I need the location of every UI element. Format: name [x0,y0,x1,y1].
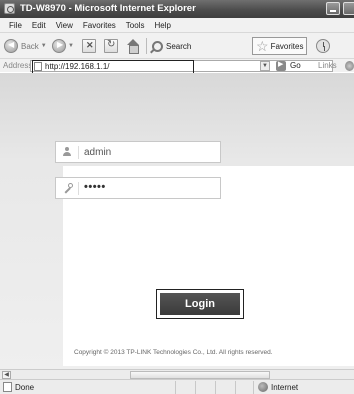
back-dropdown-icon[interactable]: ▼ [41,43,47,49]
search-icon [152,40,163,52]
username-field[interactable]: admin [55,141,221,163]
go-arrow-icon[interactable] [276,60,286,71]
home-icon [125,38,141,54]
menu-favorites[interactable]: Favorites [83,21,116,30]
copyright-text: Copyright © 2013 TP-LINK Technologies Co… [74,349,273,356]
page-status-icon [3,382,12,392]
page-content [0,73,354,369]
status-panel-divider [235,381,236,394]
close-button[interactable] [343,2,354,15]
go-button[interactable]: Go [290,61,301,70]
login-button[interactable]: Login [160,293,240,315]
back-arrow-icon [4,39,18,53]
history-button[interactable] [316,37,330,55]
back-label: Back [21,41,39,51]
forward-arrow-icon [52,39,66,53]
forward-dropdown-icon[interactable]: ▼ [68,43,74,49]
address-label: Address [3,61,33,70]
home-button[interactable] [125,37,141,55]
search-button[interactable]: Search [152,37,191,55]
key-icon [62,183,73,193]
minimize-button[interactable] [326,2,340,15]
forward-button[interactable]: ▼ [52,37,74,55]
field-divider [78,182,79,195]
favorites-button-frame[interactable]: ☆ Favorites [252,37,308,55]
links-chevron-icon[interactable] [345,61,354,71]
security-zone-text: Internet [271,383,299,392]
ie-app-icon [4,3,15,14]
search-label: Search [166,41,192,51]
password-value[interactable]: ••••• [84,181,106,193]
status-bar: Done Internet [0,379,354,394]
status-panel-divider [215,381,216,394]
toolbar-separator [146,38,147,54]
status-panel-divider [175,381,176,394]
stop-button[interactable] [82,37,96,55]
favorites-button[interactable]: ☆ Favorites [252,37,308,55]
history-icon [316,39,330,53]
globe-icon [258,382,268,392]
scrollbar-thumb[interactable] [130,371,270,379]
scroll-left-icon[interactable]: ◀ [2,371,11,379]
status-panel-divider [253,381,254,394]
password-field[interactable]: ••••• [55,177,221,199]
favorites-label: Favorites [270,41,304,51]
refresh-icon [104,39,118,53]
stop-icon [82,39,96,53]
menu-help[interactable]: Help [154,21,170,30]
address-dropdown-icon[interactable]: ▼ [260,61,270,71]
back-button[interactable]: Back ▼ [4,37,47,55]
refresh-button[interactable] [104,37,118,55]
menu-tools[interactable]: Tools [126,21,145,30]
field-divider [78,146,79,159]
menu-file[interactable]: File [9,21,22,30]
menu-bar: File Edit View Favorites Tools Help [0,18,354,32]
user-icon [62,147,72,157]
star-icon: ☆ [256,38,269,54]
window-title: TD-W8970 - Microsoft Internet Explorer [20,3,196,14]
menu-edit[interactable]: Edit [32,21,46,30]
address-bar: Address http://192.168.1.1/ ▼ Go Links [0,58,354,77]
username-value[interactable]: admin [84,147,111,158]
status-text: Done [15,383,35,392]
menu-view[interactable]: View [56,21,73,30]
status-panel-divider [195,381,196,394]
browser-window: TD-W8970 - Microsoft Internet Explorer F… [0,0,354,394]
links-button[interactable]: Links [318,61,337,70]
horizontal-scrollbar[interactable]: ◀ [0,369,354,379]
standard-toolbar: Back ▼ ▼ Search ☆ Favorites [0,32,354,58]
title-bar: TD-W8970 - Microsoft Internet Explorer [0,0,354,18]
